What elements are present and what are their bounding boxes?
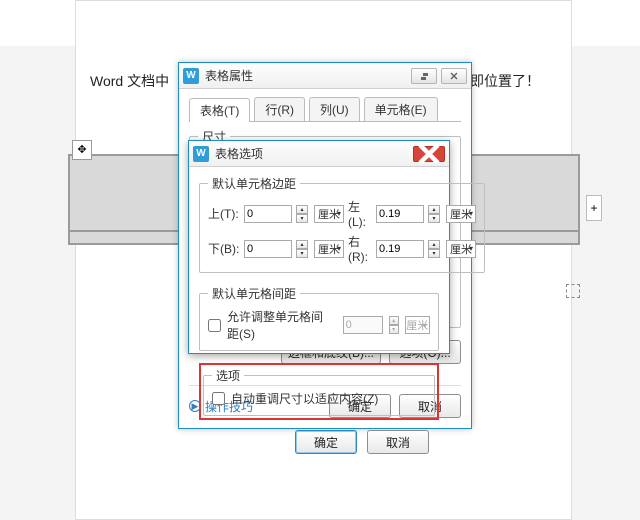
top-label: 上(T): [208, 205, 240, 222]
tab-row: 表格(T) 行(R) 列(U) 单元格(E) [189, 97, 461, 122]
close-button[interactable] [441, 68, 467, 84]
top-spinner[interactable]: ▴▾ [296, 205, 308, 223]
left-unit[interactable]: 厘米 [446, 205, 476, 223]
spacing-legend: 默认单元格间距 [208, 285, 300, 302]
bg-text-left: Word 文档中 [90, 71, 169, 91]
bottom-unit[interactable]: 厘米 [314, 240, 344, 258]
bottom-spinner[interactable]: ▴▾ [296, 240, 308, 258]
margins-legend: 默认单元格边距 [208, 175, 300, 192]
default-margins-fieldset: 默认单元格边距 上(T): ▴▾ 厘米 左(L): ▴▾ 厘米 下(B): ▴▾… [199, 175, 485, 273]
left-label: 左(L): [348, 198, 372, 229]
cancel-button[interactable]: 取消 [367, 430, 429, 454]
table-options-dialog: W 表格选项 默认单元格边距 上(T): ▴▾ 厘米 左(L): ▴▾ 厘米 下… [188, 140, 450, 354]
allow-spacing-label: 允许调整单元格间距(S) [227, 308, 331, 342]
spacing-input [343, 316, 383, 334]
bottom-input[interactable] [244, 240, 292, 258]
help-button[interactable] [411, 68, 437, 84]
tab-table[interactable]: 表格(T) [189, 98, 250, 122]
spacing-spinner: ▴▾ [389, 316, 399, 334]
tab-column[interactable]: 列(U) [309, 97, 360, 121]
top-input[interactable] [244, 205, 292, 223]
app-icon: W [183, 68, 199, 84]
options-fieldset: 选项 自动重调尺寸以适应内容(Z) [203, 367, 435, 416]
dialog-titlebar[interactable]: W 表格属性 [179, 63, 471, 89]
table-side-handle[interactable]: + [586, 195, 602, 221]
tab-row-tab[interactable]: 行(R) [254, 97, 305, 121]
right-input[interactable] [376, 240, 424, 258]
spacing-unit: 厘米 [405, 316, 430, 334]
app-icon: W [193, 146, 209, 162]
autofit-label: 自动重调尺寸以适应内容(Z) [231, 390, 378, 407]
options-titlebar[interactable]: W 表格选项 [189, 141, 449, 167]
options-legend: 选项 [212, 367, 244, 384]
ok-button[interactable]: 确定 [295, 430, 357, 454]
tab-cell[interactable]: 单元格(E) [364, 97, 438, 121]
highlight-box: 选项 自动重调尺寸以适应内容(Z) [199, 363, 439, 420]
top-unit[interactable]: 厘米 [314, 205, 344, 223]
table-move-handle[interactable]: ✥ [72, 140, 92, 160]
right-unit[interactable]: 厘米 [446, 240, 476, 258]
options-title: 表格选项 [215, 145, 413, 162]
table-resize-handle[interactable] [566, 284, 580, 298]
allow-spacing-checkbox[interactable] [208, 319, 221, 332]
close-icon[interactable] [413, 146, 445, 162]
left-input[interactable] [376, 205, 424, 223]
right-spinner[interactable]: ▴▾ [428, 240, 440, 258]
autofit-checkbox[interactable] [212, 392, 225, 405]
cell-spacing-fieldset: 默认单元格间距 允许调整单元格间距(S) ▴▾ 厘米 [199, 285, 439, 351]
bg-text-right: 即位置了！ [470, 71, 540, 91]
bottom-label: 下(B): [208, 240, 240, 257]
right-label: 右(R): [348, 233, 372, 264]
dialog-title: 表格属性 [205, 67, 411, 84]
left-spinner[interactable]: ▴▾ [428, 205, 440, 223]
